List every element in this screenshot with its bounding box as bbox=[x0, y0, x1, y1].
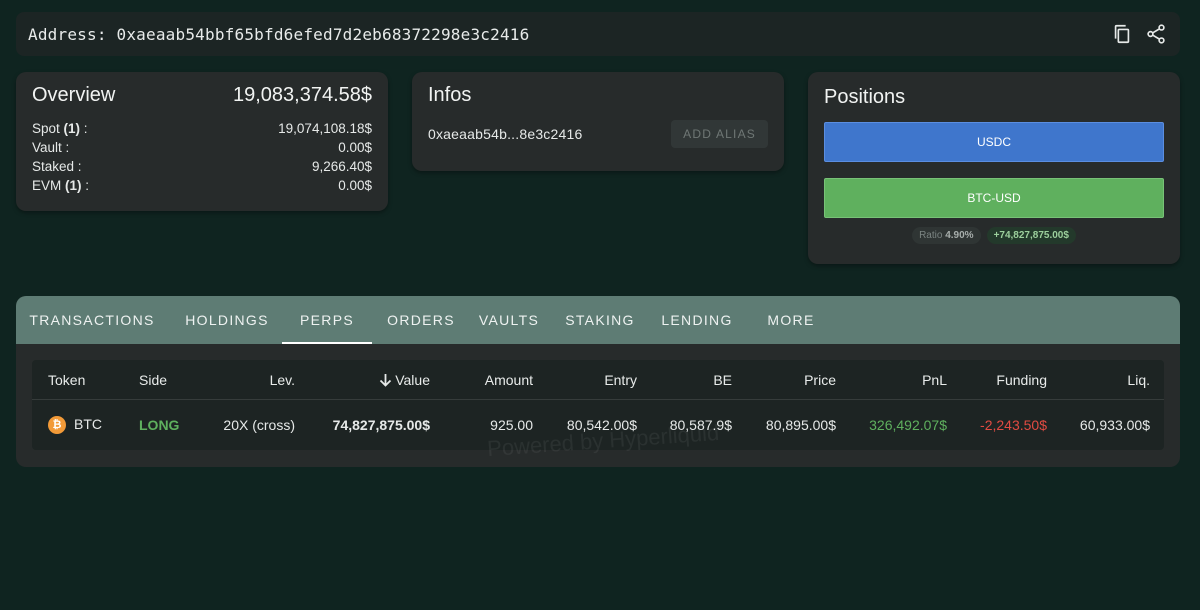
overview-value: 0.00$ bbox=[338, 178, 372, 193]
pnl-cell: 326,492.07$ bbox=[869, 417, 947, 433]
tab-holdings[interactable]: HOLDINGS bbox=[172, 296, 282, 344]
perps-table: Token Side Lev. Value Amount Entry BE Pr… bbox=[32, 360, 1164, 461]
address-bar: Address: 0xaeaab54bbf65bfd6efed7d2eb6837… bbox=[16, 12, 1180, 56]
entry-cell: 80,542.00$ bbox=[566, 417, 637, 433]
col-price[interactable]: Price bbox=[804, 372, 836, 388]
overview-row-vault: Vault : 0.00$ bbox=[32, 140, 372, 155]
tab-perps[interactable]: PERPS bbox=[282, 296, 372, 344]
col-funding[interactable]: Funding bbox=[996, 372, 1047, 388]
liq-cell: 60,933.00$ bbox=[1079, 417, 1150, 433]
col-entry[interactable]: Entry bbox=[604, 372, 637, 388]
position-btc-usd-bar[interactable]: BTC-USD bbox=[824, 178, 1164, 218]
copy-icon[interactable] bbox=[1110, 22, 1134, 46]
col-value[interactable]: Value bbox=[379, 372, 430, 388]
token-cell: ₿ BTC bbox=[48, 416, 102, 435]
tab-orders[interactable]: ORDERS bbox=[381, 296, 461, 344]
side-cell: LONG bbox=[139, 417, 180, 433]
col-side[interactable]: Side bbox=[139, 372, 167, 388]
tab-vaults[interactable]: VAULTS bbox=[469, 296, 549, 344]
address-actions bbox=[1110, 22, 1168, 46]
tab-transactions[interactable]: TRANSACTIONS bbox=[16, 296, 168, 344]
overview-row-staked: Staked : 9,266.40$ bbox=[32, 159, 372, 174]
funding-cell: -2,243.50$ bbox=[980, 417, 1047, 433]
overview-value: 19,074,108.18$ bbox=[278, 121, 372, 136]
tab-lending[interactable]: LENDING bbox=[654, 296, 740, 344]
col-be[interactable]: BE bbox=[713, 372, 732, 388]
positions-title: Positions bbox=[824, 86, 906, 108]
table-header-row: Token Side Lev. Value Amount Entry BE Pr… bbox=[32, 360, 1164, 400]
tab-more[interactable]: MORE bbox=[756, 296, 826, 344]
amount-cell: 925.00 bbox=[490, 417, 533, 433]
positions-card: Positions USDC BTC-USD Ratio 4.90% +74,8… bbox=[808, 72, 1180, 264]
overview-row-evm: EVM (1) : 0.00$ bbox=[32, 178, 372, 193]
add-alias-button[interactable]: ADD ALIAS bbox=[671, 120, 768, 148]
sort-desc-icon bbox=[379, 372, 392, 388]
col-pnl[interactable]: PnL bbox=[922, 372, 947, 388]
overview-card: Overview 19,083,374.58$ Spot (1) : 19,07… bbox=[16, 72, 388, 211]
pnl-chip: +74,827,875.00$ bbox=[986, 227, 1076, 244]
overview-row-spot: Spot (1) : 19,074,108.18$ bbox=[32, 121, 372, 136]
bitcoin-icon: ₿ bbox=[48, 416, 66, 435]
ratio-chip: Ratio 4.90% bbox=[912, 227, 981, 244]
position-usdc-bar[interactable]: USDC bbox=[824, 122, 1164, 162]
table-row[interactable]: Powered by Hyperliquid ₿ BTC LONG 20X (cr… bbox=[32, 400, 1164, 461]
position-chips: Ratio 4.90% +74,827,875.00$ bbox=[824, 227, 1164, 244]
perps-panel: TRANSACTIONS HOLDINGS PERPS ORDERS VAULT… bbox=[16, 296, 1180, 467]
overview-value: 0.00$ bbox=[338, 140, 372, 155]
overview-breakdown: Spot (1) : 19,074,108.18$ Vault : 0.00$ … bbox=[32, 119, 372, 195]
col-liq[interactable]: Liq. bbox=[1127, 372, 1150, 388]
col-token[interactable]: Token bbox=[48, 372, 85, 388]
overview-title: Overview bbox=[32, 84, 116, 106]
col-amount[interactable]: Amount bbox=[485, 372, 533, 388]
lev-cell: 20X (cross) bbox=[223, 417, 295, 433]
col-lev[interactable]: Lev. bbox=[270, 372, 295, 388]
overview-value: 9,266.40$ bbox=[311, 159, 372, 174]
tab-bar: TRANSACTIONS HOLDINGS PERPS ORDERS VAULT… bbox=[16, 296, 1180, 344]
price-cell: 80,895.00$ bbox=[765, 417, 836, 433]
share-icon[interactable] bbox=[1144, 22, 1168, 46]
infos-card: Infos 0xaeaab54b...8e3c2416 ADD ALIAS bbox=[412, 72, 784, 171]
wallet-address: Address: 0xaeaab54bbf65bfd6efed7d2eb6837… bbox=[28, 24, 530, 44]
tab-staking[interactable]: STAKING bbox=[557, 296, 643, 344]
short-address: 0xaeaab54b...8e3c2416 bbox=[428, 126, 583, 142]
overview-total: 19,083,374.58$ bbox=[232, 84, 372, 106]
infos-title: Infos bbox=[428, 84, 472, 106]
be-cell: 80,587.9$ bbox=[669, 417, 732, 433]
value-cell: 74,827,875.00$ bbox=[332, 417, 430, 433]
